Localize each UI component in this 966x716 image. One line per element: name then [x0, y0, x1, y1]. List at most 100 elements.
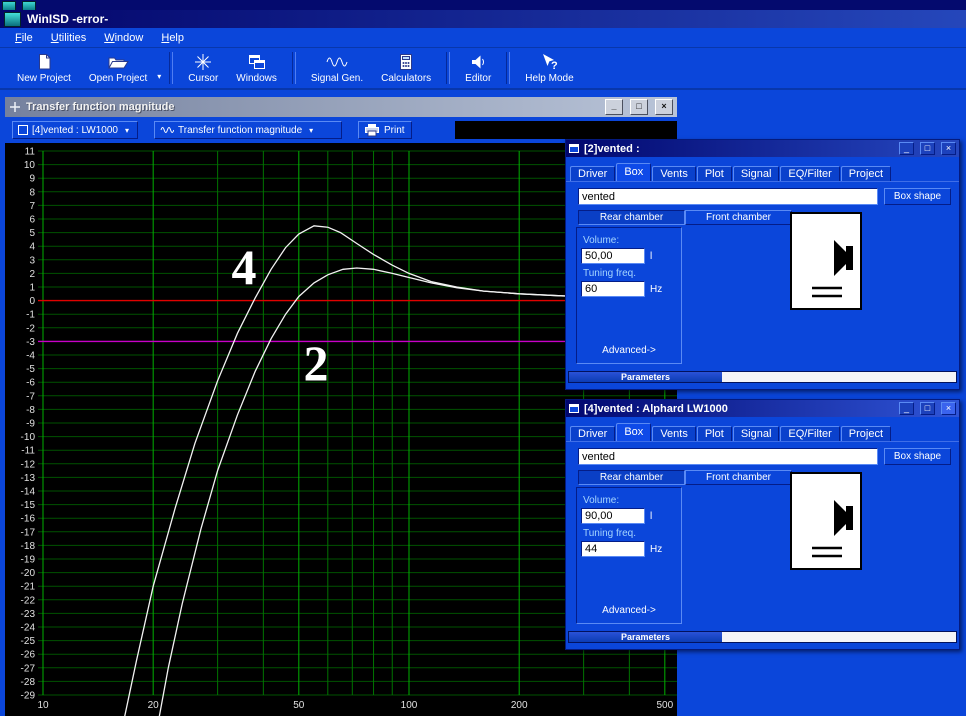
close-button[interactable]: ×	[941, 142, 956, 155]
plot-window-titlebar[interactable]: Transfer function magnitude _ □ ×	[5, 97, 677, 117]
project-icon	[18, 125, 28, 135]
svg-text:-18: -18	[21, 541, 36, 552]
svg-text:4: 4	[232, 239, 257, 295]
tuning-freq-input[interactable]	[581, 281, 645, 297]
tuning-freq-input[interactable]	[581, 541, 645, 557]
rear-chamber-tab[interactable]: Rear chamber	[578, 210, 685, 225]
maximize-button[interactable]: □	[920, 142, 935, 155]
volume-input[interactable]	[581, 508, 645, 524]
editor-button[interactable]: Editor	[456, 51, 500, 86]
chevron-down-icon[interactable]: ▾	[157, 72, 161, 81]
svg-text:?: ?	[551, 60, 558, 71]
new-project-label: New Project	[17, 72, 71, 84]
parameters-bar[interactable]: Parameters	[568, 631, 957, 643]
svg-text:500: 500	[656, 700, 673, 711]
windows-button[interactable]: Windows	[227, 51, 286, 86]
app-titlebar[interactable]: WinISD -error-	[0, 10, 966, 28]
parameters-bar[interactable]: Parameters	[568, 371, 957, 383]
print-button[interactable]: Print	[358, 121, 412, 139]
svg-text:11: 11	[25, 147, 36, 158]
parameters-caption: Parameters	[569, 632, 722, 642]
box-window-2: [2]vented : _ □ × Driver Box Vents Plot …	[565, 139, 960, 390]
tab-box[interactable]: Box	[616, 163, 652, 181]
tab-eq-filter[interactable]: EQ/Filter	[780, 426, 840, 441]
project-selector-value: [4]vented : LW1000	[32, 124, 118, 136]
rear-chamber-tab[interactable]: Rear chamber	[578, 470, 685, 485]
volume-input[interactable]	[581, 248, 645, 264]
new-project-button[interactable]: New Project	[8, 51, 80, 86]
tab-vents[interactable]: Vents	[652, 426, 696, 441]
tab-bar: Driver Box Vents Plot Signal EQ/Filter P…	[570, 423, 892, 441]
window-icon	[569, 404, 579, 413]
legend-panel	[455, 121, 677, 139]
box-name-input[interactable]	[578, 448, 878, 465]
svg-text:-10: -10	[21, 432, 36, 443]
tab-signal[interactable]: Signal	[732, 166, 780, 181]
volume-unit: l	[650, 250, 653, 262]
graph-type-selector[interactable]: Transfer function magnitude ▾	[154, 121, 342, 139]
box-shape-button[interactable]: Box shape	[884, 448, 951, 465]
tab-signal[interactable]: Signal	[732, 426, 780, 441]
help-mode-button[interactable]: ? Help Mode	[516, 51, 582, 86]
close-button[interactable]: ×	[941, 402, 956, 415]
advanced-link[interactable]: Advanced->	[577, 345, 681, 356]
svg-text:-28: -28	[21, 677, 36, 688]
tuning-freq-label: Tuning freq.	[583, 528, 636, 539]
plot-window-title: Transfer function magnitude	[26, 101, 175, 113]
svg-text:-4: -4	[26, 351, 35, 362]
calculators-button[interactable]: Calculators	[372, 51, 440, 86]
front-chamber-tab[interactable]: Front chamber	[685, 210, 792, 225]
sine-icon	[160, 127, 174, 133]
svg-text:-26: -26	[21, 650, 36, 661]
svg-text:-2: -2	[26, 323, 35, 334]
menu-utilities[interactable]: Utilities	[42, 30, 95, 46]
advanced-link[interactable]: Advanced->	[577, 605, 681, 616]
project-selector[interactable]: [4]vented : LW1000 ▾	[12, 121, 138, 139]
help-mode-label: Help Mode	[525, 72, 574, 84]
svg-text:-1: -1	[26, 310, 35, 321]
maximize-button[interactable]: □	[920, 402, 935, 415]
box-shape-button[interactable]: Box shape	[884, 188, 951, 205]
menu-file[interactable]: File	[6, 30, 42, 46]
toolbar: New Project Open Project ▾ Cursor Window…	[0, 48, 966, 90]
tab-plot[interactable]: Plot	[696, 426, 732, 441]
cursor-button[interactable]: Cursor	[179, 51, 227, 86]
tab-eq-filter[interactable]: EQ/Filter	[780, 166, 840, 181]
toolbar-separator	[446, 52, 451, 84]
signal-gen-label: Signal Gen.	[310, 72, 364, 84]
svg-text:-15: -15	[21, 500, 36, 511]
svg-text:-3: -3	[26, 337, 35, 348]
editor-label: Editor	[465, 72, 492, 84]
help-mode-icon: ?	[543, 53, 558, 71]
toolbar-separator	[291, 52, 296, 84]
tab-plot[interactable]: Plot	[696, 166, 732, 181]
window-titlebar[interactable]: [4]vented : Alphard LW1000 _ □ ×	[566, 400, 959, 417]
minimize-button[interactable]: _	[605, 99, 623, 115]
svg-text:-14: -14	[21, 487, 36, 498]
minimize-button[interactable]: _	[899, 142, 914, 155]
maximize-button[interactable]: □	[630, 99, 648, 115]
tab-project[interactable]: Project	[840, 166, 892, 181]
chevron-down-icon: ▾	[124, 125, 129, 135]
svg-text:10: 10	[24, 160, 36, 171]
tab-box[interactable]: Box	[616, 423, 652, 441]
signal-gen-button[interactable]: Signal Gen.	[302, 51, 372, 86]
close-button[interactable]: ×	[655, 99, 673, 115]
parameters-caption: Parameters	[569, 372, 722, 382]
window-titlebar[interactable]: [2]vented : _ □ ×	[566, 140, 959, 157]
menu-window[interactable]: Window	[95, 30, 152, 46]
svg-text:-7: -7	[26, 391, 35, 402]
tab-project[interactable]: Project	[840, 426, 892, 441]
tab-driver[interactable]: Driver	[570, 166, 616, 181]
minimize-button[interactable]: _	[899, 402, 914, 415]
open-project-button[interactable]: Open Project ▾	[80, 51, 163, 86]
app-title: WinISD -error-	[27, 12, 109, 26]
svg-text:-13: -13	[21, 473, 36, 484]
box-name-input[interactable]	[578, 188, 878, 205]
top-edge-strip	[0, 0, 966, 11]
menu-help[interactable]: Help	[152, 30, 193, 46]
front-chamber-tab[interactable]: Front chamber	[685, 470, 792, 485]
tab-driver[interactable]: Driver	[570, 426, 616, 441]
tab-vents[interactable]: Vents	[652, 166, 696, 181]
menu-bar: File Utilities Window Help	[0, 28, 966, 48]
